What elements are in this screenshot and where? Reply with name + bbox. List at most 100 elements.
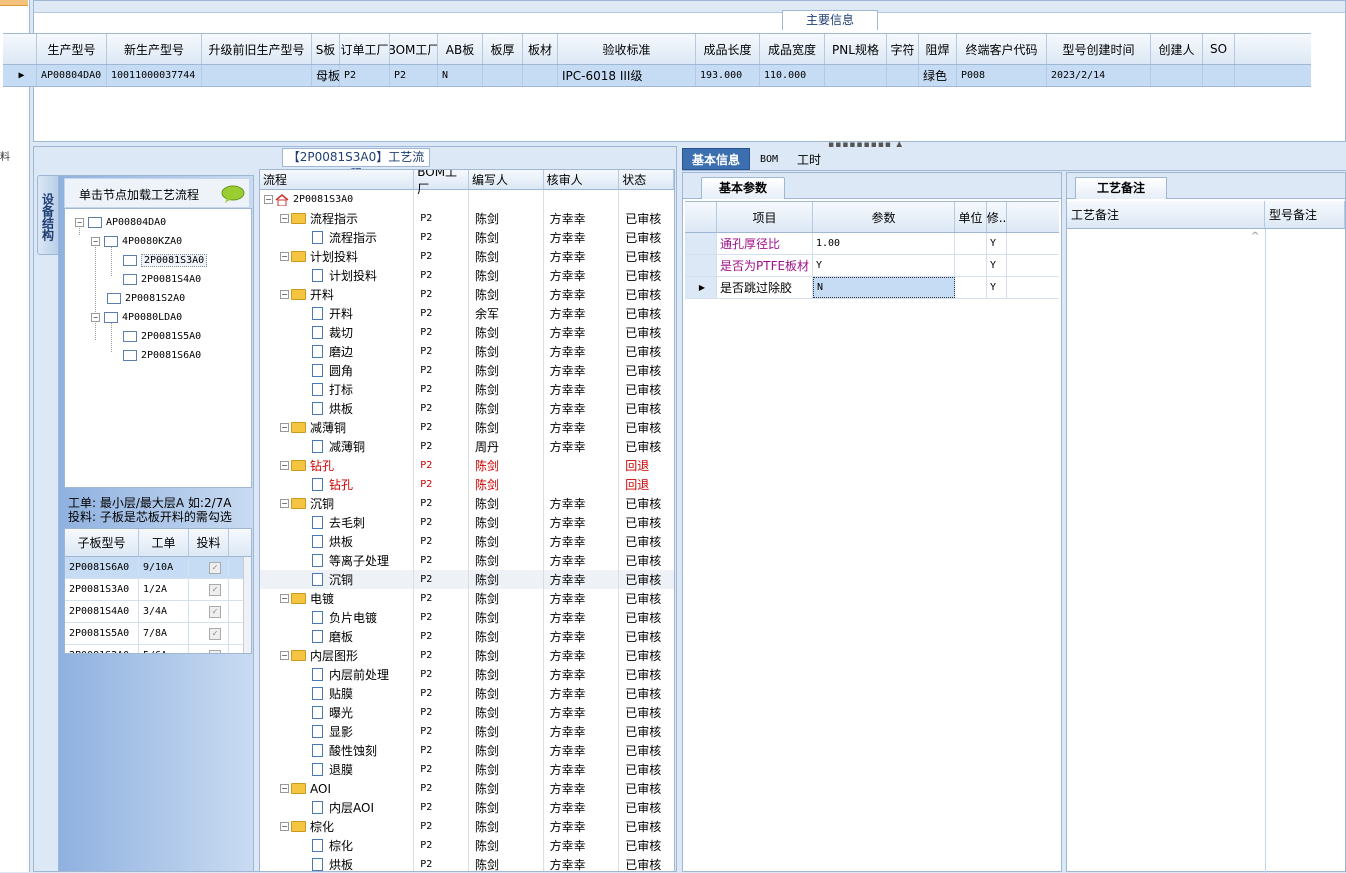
process-row[interactable]: 裁切 P2 陈剑 方幸幸 已审核: [260, 323, 674, 342]
process-row[interactable]: 内层AOI P2 陈剑 方幸幸 已审核: [260, 798, 674, 817]
process-row[interactable]: − 钻孔 P2 陈剑 回退: [260, 456, 674, 475]
check-icon[interactable]: ✓: [209, 605, 221, 618]
table-row[interactable]: 2P0081S3A0 1/2A ✓: [65, 579, 251, 601]
col-header[interactable]: 板厚: [483, 34, 523, 64]
cell[interactable]: P2: [390, 65, 438, 86]
col-header[interactable]: 项目: [717, 202, 813, 232]
feed-checkbox[interactable]: ✓: [189, 557, 229, 578]
process-row[interactable]: 减薄铜 P2 周丹 方幸幸 已审核: [260, 437, 674, 456]
table-row[interactable]: 2P0081S6A0 9/10A ✓: [65, 557, 251, 579]
tab-basic-info[interactable]: 基本信息: [682, 148, 750, 170]
main-info-tab[interactable]: 主要信息: [782, 10, 878, 30]
process-row[interactable]: − 内层图形 P2 陈剑 方幸幸 已审核: [260, 646, 674, 665]
process-row[interactable]: 贴膜 P2 陈剑 方幸幸 已审核: [260, 684, 674, 703]
process-tab[interactable]: 【2P0081S3A0】工艺流程: [282, 148, 430, 181]
cell[interactable]: [1203, 65, 1235, 86]
col-header[interactable]: BOM工厂: [390, 34, 438, 64]
col-header[interactable]: 升级前旧生产型号: [202, 34, 312, 64]
cell[interactable]: [1151, 65, 1203, 86]
process-row[interactable]: 曝光 P2 陈剑 方幸幸 已审核: [260, 703, 674, 722]
cell[interactable]: N: [438, 65, 483, 86]
col-header[interactable]: 编写人: [469, 170, 544, 189]
param-value[interactable]: 1.00: [813, 233, 955, 254]
process-row[interactable]: 退膜 P2 陈剑 方幸幸 已审核: [260, 760, 674, 779]
tree-node[interactable]: −4P0080KZA0: [91, 233, 182, 249]
tree-node-root[interactable]: − AP00804DA0: [75, 214, 166, 230]
cell[interactable]: P2: [340, 65, 390, 86]
process-row[interactable]: 酸性蚀刻 P2 陈剑 方幸幸 已审核: [260, 741, 674, 760]
col-header[interactable]: 子板型号: [65, 529, 139, 556]
process-row[interactable]: 负片电镀 P2 陈剑 方幸幸 已审核: [260, 608, 674, 627]
feed-checkbox[interactable]: ✓: [189, 645, 229, 653]
tree-node-selected[interactable]: 2P0081S3A0: [123, 252, 208, 268]
col-header[interactable]: SO: [1203, 34, 1235, 64]
col-header[interactable]: 阻焊: [919, 34, 957, 64]
cell[interactable]: 绿色: [919, 65, 957, 86]
process-row[interactable]: − AOI P2 陈剑 方幸幸 已审核: [260, 779, 674, 798]
cell[interactable]: 母板: [312, 65, 340, 86]
col-header[interactable]: 创建人: [1151, 34, 1203, 64]
scroll-up-arrow-icon[interactable]: ^: [1251, 231, 1259, 242]
col-header[interactable]: 修..: [987, 202, 1007, 232]
feed-checkbox[interactable]: ✓: [189, 601, 229, 622]
col-header[interactable]: 单位: [955, 202, 987, 232]
col-header[interactable]: 型号创建时间: [1047, 34, 1151, 64]
col-header[interactable]: 工单: [139, 529, 189, 556]
vertical-tab-equipment[interactable]: 设备结构: [37, 175, 59, 255]
table-row[interactable]: 2P0081S2A05/6A ✓: [65, 645, 251, 653]
process-row[interactable]: − 流程指示 P2 陈剑 方幸幸 已审核: [260, 209, 674, 228]
cell[interactable]: [483, 65, 523, 86]
feed-checkbox[interactable]: ✓: [189, 579, 229, 600]
process-row[interactable]: − 开料 P2 陈剑 方幸幸 已审核: [260, 285, 674, 304]
cell[interactable]: [887, 65, 919, 86]
process-row[interactable]: 磨边 P2 陈剑 方幸幸 已审核: [260, 342, 674, 361]
check-icon[interactable]: ✓: [209, 627, 221, 640]
check-icon[interactable]: ✓: [209, 649, 221, 653]
cell[interactable]: 10011000037744: [107, 65, 202, 86]
process-row[interactable]: 沉铜 P2 陈剑 方幸幸 已审核: [260, 570, 674, 589]
tree-node[interactable]: 2P0081S6A0: [123, 347, 201, 363]
table-row[interactable]: 2P0081S4A0 3/4A ✓: [65, 601, 251, 623]
col-header[interactable]: 投料: [189, 529, 229, 556]
process-row[interactable]: 烘板 P2 陈剑 方幸幸 已审核: [260, 855, 674, 871]
tab-basic-params[interactable]: 基本参数: [701, 177, 785, 199]
col-header[interactable]: 流程: [260, 170, 415, 189]
col-header[interactable]: 字符: [887, 34, 919, 64]
process-row[interactable]: 去毛刺 P2 陈剑 方幸幸 已审核: [260, 513, 674, 532]
process-row[interactable]: 等离子处理 P2 陈剑 方幸幸 已审核: [260, 551, 674, 570]
col-header[interactable]: 成品长度: [696, 34, 760, 64]
process-row[interactable]: − 减薄铜 P2 陈剑 方幸幸 已审核: [260, 418, 674, 437]
process-row[interactable]: 计划投料 P2 陈剑 方幸幸 已审核: [260, 266, 674, 285]
process-root-row[interactable]: −2P0081S3A0: [260, 190, 674, 209]
col-header[interactable]: S板: [312, 34, 340, 64]
col-header[interactable]: AB板: [438, 34, 483, 64]
col-header[interactable]: 成品宽度: [760, 34, 825, 64]
cell[interactable]: AP00804DA0: [37, 65, 107, 86]
col-header[interactable]: 验收标准: [558, 34, 696, 64]
process-row[interactable]: 显影 P2 陈剑 方幸幸 已审核: [260, 722, 674, 741]
tree-node[interactable]: 2P0081S4A0: [123, 271, 201, 287]
cell[interactable]: [825, 65, 887, 86]
cell[interactable]: [523, 65, 558, 86]
main-info-grid-row[interactable]: ▶ AP00804DA0 10011000037744 母板 P2 P2 N IPC-6018…: [3, 65, 1311, 87]
col-header[interactable]: 板材: [523, 34, 558, 64]
param-row[interactable]: 通孔厚径比 1.00 Y: [685, 233, 1059, 255]
tree-node[interactable]: 2P0081S2A0: [107, 290, 185, 306]
col-header[interactable]: 状态: [619, 170, 674, 189]
cell[interactable]: 193.000: [696, 65, 760, 86]
param-value[interactable]: Y: [813, 255, 955, 276]
process-row[interactable]: − 棕化 P2 陈剑 方幸幸 已审核: [260, 817, 674, 836]
process-row[interactable]: 钻孔 P2 陈剑 回退: [260, 475, 674, 494]
param-value[interactable]: N: [813, 277, 955, 298]
process-row[interactable]: 开料 P2 余军 方幸幸 已审核: [260, 304, 674, 323]
tree-node[interactable]: 2P0081S5A0: [123, 328, 201, 344]
tab-work-hours[interactable]: 工时: [794, 148, 824, 170]
process-row[interactable]: 磨板 P2 陈剑 方幸幸 已审核: [260, 627, 674, 646]
col-header[interactable]: 订单工厂: [340, 34, 390, 64]
process-row[interactable]: − 沉铜 P2 陈剑 方幸幸 已审核: [260, 494, 674, 513]
param-row[interactable]: 是否为PTFE板材 Y Y: [685, 255, 1059, 277]
process-row[interactable]: − 计划投料 P2 陈剑 方幸幸 已审核: [260, 247, 674, 266]
tree-node[interactable]: −4P0080LDA0: [91, 309, 182, 325]
cell[interactable]: 2023/2/14: [1047, 65, 1151, 86]
col-header[interactable]: PNL规格: [825, 34, 887, 64]
